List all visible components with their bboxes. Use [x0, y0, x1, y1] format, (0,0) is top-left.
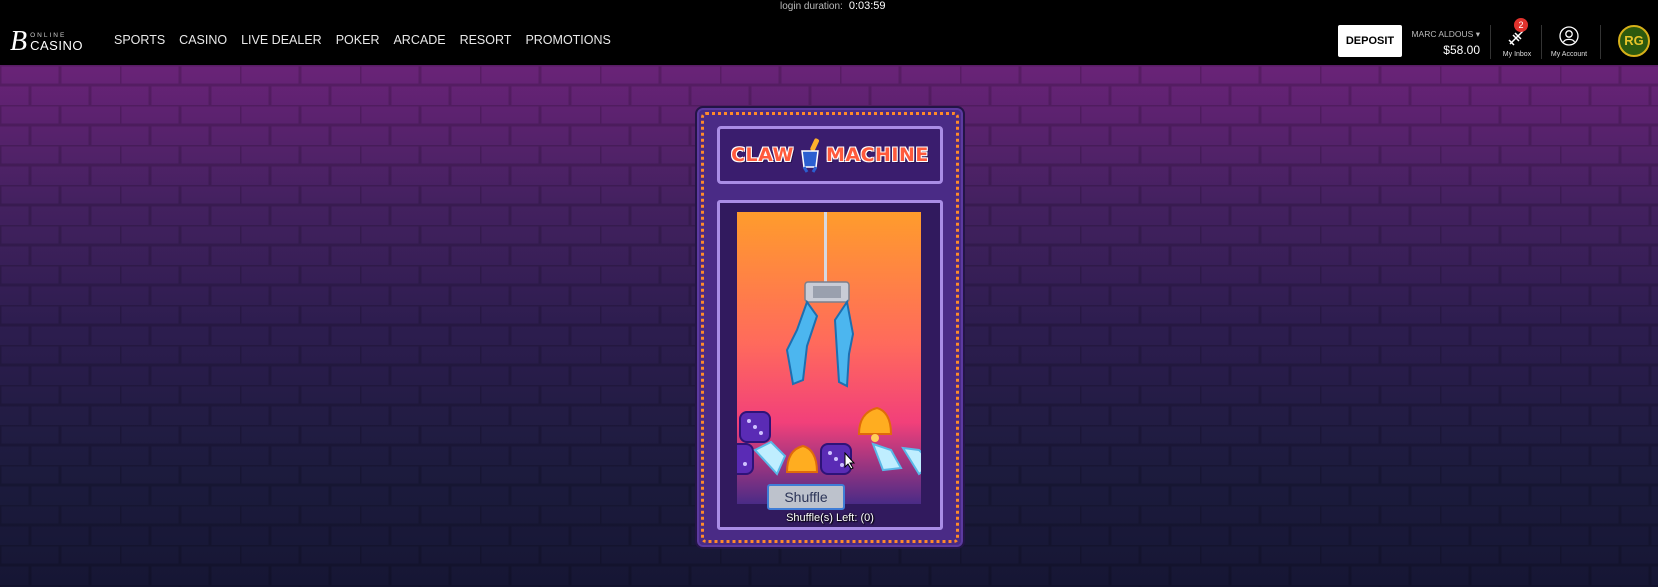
- nav-live-dealer[interactable]: LIVE DEALER: [241, 33, 322, 47]
- my-account-button[interactable]: My Account: [1548, 25, 1590, 61]
- login-duration-label: login duration:: [780, 1, 843, 12]
- mouse-cursor-icon: [844, 452, 856, 470]
- game-title: CLAW MACHINE: [717, 126, 943, 184]
- chevron-down-icon: ▾: [1475, 29, 1480, 39]
- dice-prize: [737, 443, 754, 475]
- responsible-gaming-badge[interactable]: RG: [1618, 25, 1650, 57]
- user-menu[interactable]: MARC ALDOUS ▾ $58.00: [1410, 29, 1480, 57]
- title-claw: CLAW: [731, 144, 794, 166]
- shuffles-left-text: Shuffle(s) Left: (0): [786, 512, 874, 524]
- nav-arcade[interactable]: ARCADE: [393, 33, 445, 47]
- bell-prize: [785, 444, 819, 473]
- user-name: MARC ALDOUS: [1411, 29, 1474, 39]
- logo-b-icon: B: [10, 26, 28, 57]
- divider: [1600, 25, 1601, 59]
- diamond-prize: [871, 442, 903, 472]
- login-duration: login duration: 0:03:59: [780, 0, 886, 12]
- login-duration-value: 0:03:59: [848, 0, 886, 12]
- main-nav: SPORTS CASINO LIVE DEALER POKER ARCADE R…: [114, 33, 625, 47]
- account-label: My Account: [1550, 51, 1588, 58]
- nav-promotions[interactable]: PROMOTIONS: [525, 33, 610, 47]
- diamond-prize: [901, 446, 921, 476]
- nav-sports[interactable]: SPORTS: [114, 33, 165, 47]
- divider: [1490, 25, 1491, 59]
- bell-prize: [857, 406, 893, 442]
- inbox-count-badge: 2: [1514, 18, 1528, 32]
- deposit-button[interactable]: DEPOSIT: [1338, 25, 1402, 57]
- nav-poker[interactable]: POKER: [336, 33, 380, 47]
- diamond-prize: [753, 440, 787, 476]
- machine-glass: [737, 212, 921, 504]
- top-navigation-bar: login duration: 0:03:59 B ONLINE CASINO S…: [0, 0, 1658, 65]
- account-balance: $58.00: [1443, 43, 1480, 57]
- nav-resort[interactable]: RESORT: [460, 33, 512, 47]
- logo-casino-text: CASINO: [30, 37, 83, 53]
- user-icon: [1559, 26, 1579, 46]
- claw-play-area: [717, 200, 943, 530]
- divider: [1541, 25, 1542, 59]
- prize-pile: [737, 406, 921, 476]
- claw-machine-cabinet: CLAW MACHINE Shuffle Shuffle(s) Left: (0…: [695, 106, 965, 549]
- claw-logo-icon: [801, 138, 819, 173]
- nav-casino[interactable]: CASINO: [179, 33, 227, 47]
- site-logo[interactable]: B ONLINE CASINO: [10, 26, 83, 57]
- title-machine: MACHINE: [825, 144, 929, 166]
- inbox-label: My Inbox: [1502, 51, 1532, 58]
- shuffle-button[interactable]: Shuffle: [767, 484, 845, 510]
- dice-prize: [739, 411, 771, 443]
